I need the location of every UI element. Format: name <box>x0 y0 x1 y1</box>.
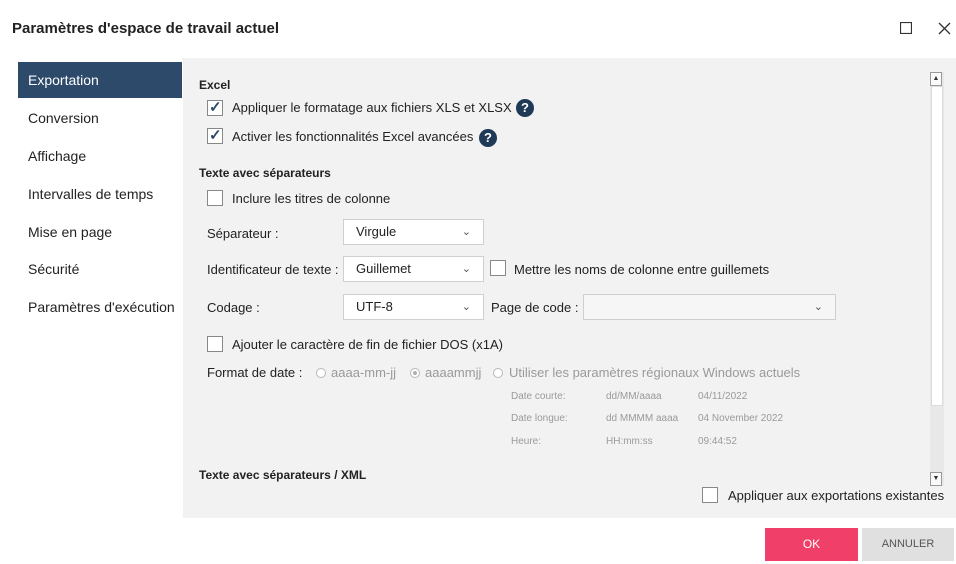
ok-button[interactable]: OK <box>765 528 858 561</box>
code-page-label: Page de code : <box>491 300 579 315</box>
maximize-icon[interactable] <box>894 16 918 40</box>
date-format-radio-iso[interactable] <box>316 368 326 378</box>
sidebar-item-mise-en-page[interactable]: Mise en page <box>18 214 182 250</box>
dialog-title: Paramètres d'espace de travail actuel <box>12 20 280 37</box>
section-title-excel: Excel <box>199 78 231 92</box>
advanced-excel-checkbox[interactable] <box>207 126 223 144</box>
sidebar-item-exportation[interactable]: Exportation <box>18 62 182 98</box>
chevron-down-icon: ⌄ <box>461 301 471 313</box>
cancel-button[interactable]: ANNULER <box>862 528 954 561</box>
quote-names-label: Mettre les noms de colonne entre guillem… <box>514 262 770 277</box>
sidebar-item-securite[interactable]: Sécurité <box>18 251 182 287</box>
dos-eof-checkbox[interactable] <box>207 336 223 352</box>
text-qualifier-select[interactable]: Guillemet ⌄ <box>343 256 484 282</box>
short-date-value: 04/11/2022 <box>698 391 748 402</box>
help-icon[interactable]: ? <box>516 99 534 117</box>
sidebar: Exportation Conversion Affichage Interva… <box>0 58 182 564</box>
scroll-content: Excel Appliquer le formatage aux fichier… <box>183 58 944 518</box>
encoding-value: UTF-8 <box>356 299 393 314</box>
settings-panel: Excel Appliquer le formatage aux fichier… <box>183 58 956 518</box>
long-date-label: Date longue: <box>511 413 568 424</box>
code-page-select[interactable]: ⌄ <box>583 294 836 320</box>
date-format-option-regional: Utiliser les paramètres régionaux Window… <box>509 365 801 380</box>
long-date-format: dd MMMM aaaa <box>606 413 679 424</box>
time-value: 09:44:52 <box>698 436 737 447</box>
apply-existing-checkbox[interactable] <box>702 487 718 503</box>
encoding-select[interactable]: UTF-8 ⌄ <box>343 294 484 320</box>
sidebar-item-affichage[interactable]: Affichage <box>18 138 182 174</box>
scroll-down-icon[interactable]: ▼ <box>930 472 942 486</box>
separator-select[interactable]: Virgule ⌄ <box>343 219 484 245</box>
include-titles-label: Inclure les titres de colonne <box>232 191 391 206</box>
separator-label: Séparateur : <box>207 226 279 241</box>
section-title-xml: Texte avec séparateurs / XML <box>199 468 367 482</box>
date-format-radio-regional[interactable] <box>493 368 503 378</box>
include-titles-checkbox[interactable] <box>207 190 223 206</box>
title-bar: Paramètres d'espace de travail actuel <box>0 0 956 59</box>
chevron-down-icon: ⌄ <box>813 301 823 313</box>
apply-existing-label: Appliquer aux exportations existantes <box>728 488 945 503</box>
apply-format-checkbox[interactable] <box>207 98 223 116</box>
quote-names-checkbox[interactable] <box>490 260 506 276</box>
advanced-excel-label: Activer les fonctionnalités Excel avancé… <box>232 129 474 144</box>
date-format-option-iso: aaaa-mm-jj <box>331 365 397 380</box>
long-date-value: 04 November 2022 <box>698 413 784 424</box>
sidebar-item-parametres-execution[interactable]: Paramètres d'exécution <box>18 289 182 325</box>
encoding-label: Codage : <box>207 300 260 315</box>
date-format-radio-compact[interactable] <box>410 368 420 378</box>
section-title-delimited: Texte avec séparateurs <box>199 166 331 180</box>
short-date-format: dd/MM/aaaa <box>606 391 662 402</box>
help-icon[interactable]: ? <box>479 129 497 147</box>
scroll-up-icon[interactable]: ▲ <box>930 72 942 86</box>
date-format-label: Format de date : <box>207 365 303 380</box>
apply-format-label: Appliquer le formatage aux fichiers XLS … <box>232 100 512 115</box>
text-qualifier-label: Identificateur de texte : <box>207 262 339 277</box>
time-label: Heure: <box>511 436 542 447</box>
vertical-scrollbar[interactable]: ▲ ▼ <box>930 72 944 486</box>
separator-value: Virgule <box>356 224 397 239</box>
date-format-option-compact: aaaammjj <box>425 365 482 380</box>
chevron-down-icon: ⌄ <box>461 263 471 275</box>
close-icon[interactable] <box>932 16 956 40</box>
chevron-down-icon: ⌄ <box>461 226 471 238</box>
scrollbar-thumb[interactable] <box>931 86 943 406</box>
sidebar-item-conversion[interactable]: Conversion <box>18 100 182 136</box>
dos-eof-label: Ajouter le caractère de fin de fichier D… <box>232 337 503 352</box>
sidebar-item-intervalles[interactable]: Intervalles de temps <box>18 176 182 212</box>
text-qualifier-value: Guillemet <box>356 261 411 276</box>
short-date-label: Date courte: <box>511 391 566 402</box>
time-format: HH:mm:ss <box>606 436 653 447</box>
